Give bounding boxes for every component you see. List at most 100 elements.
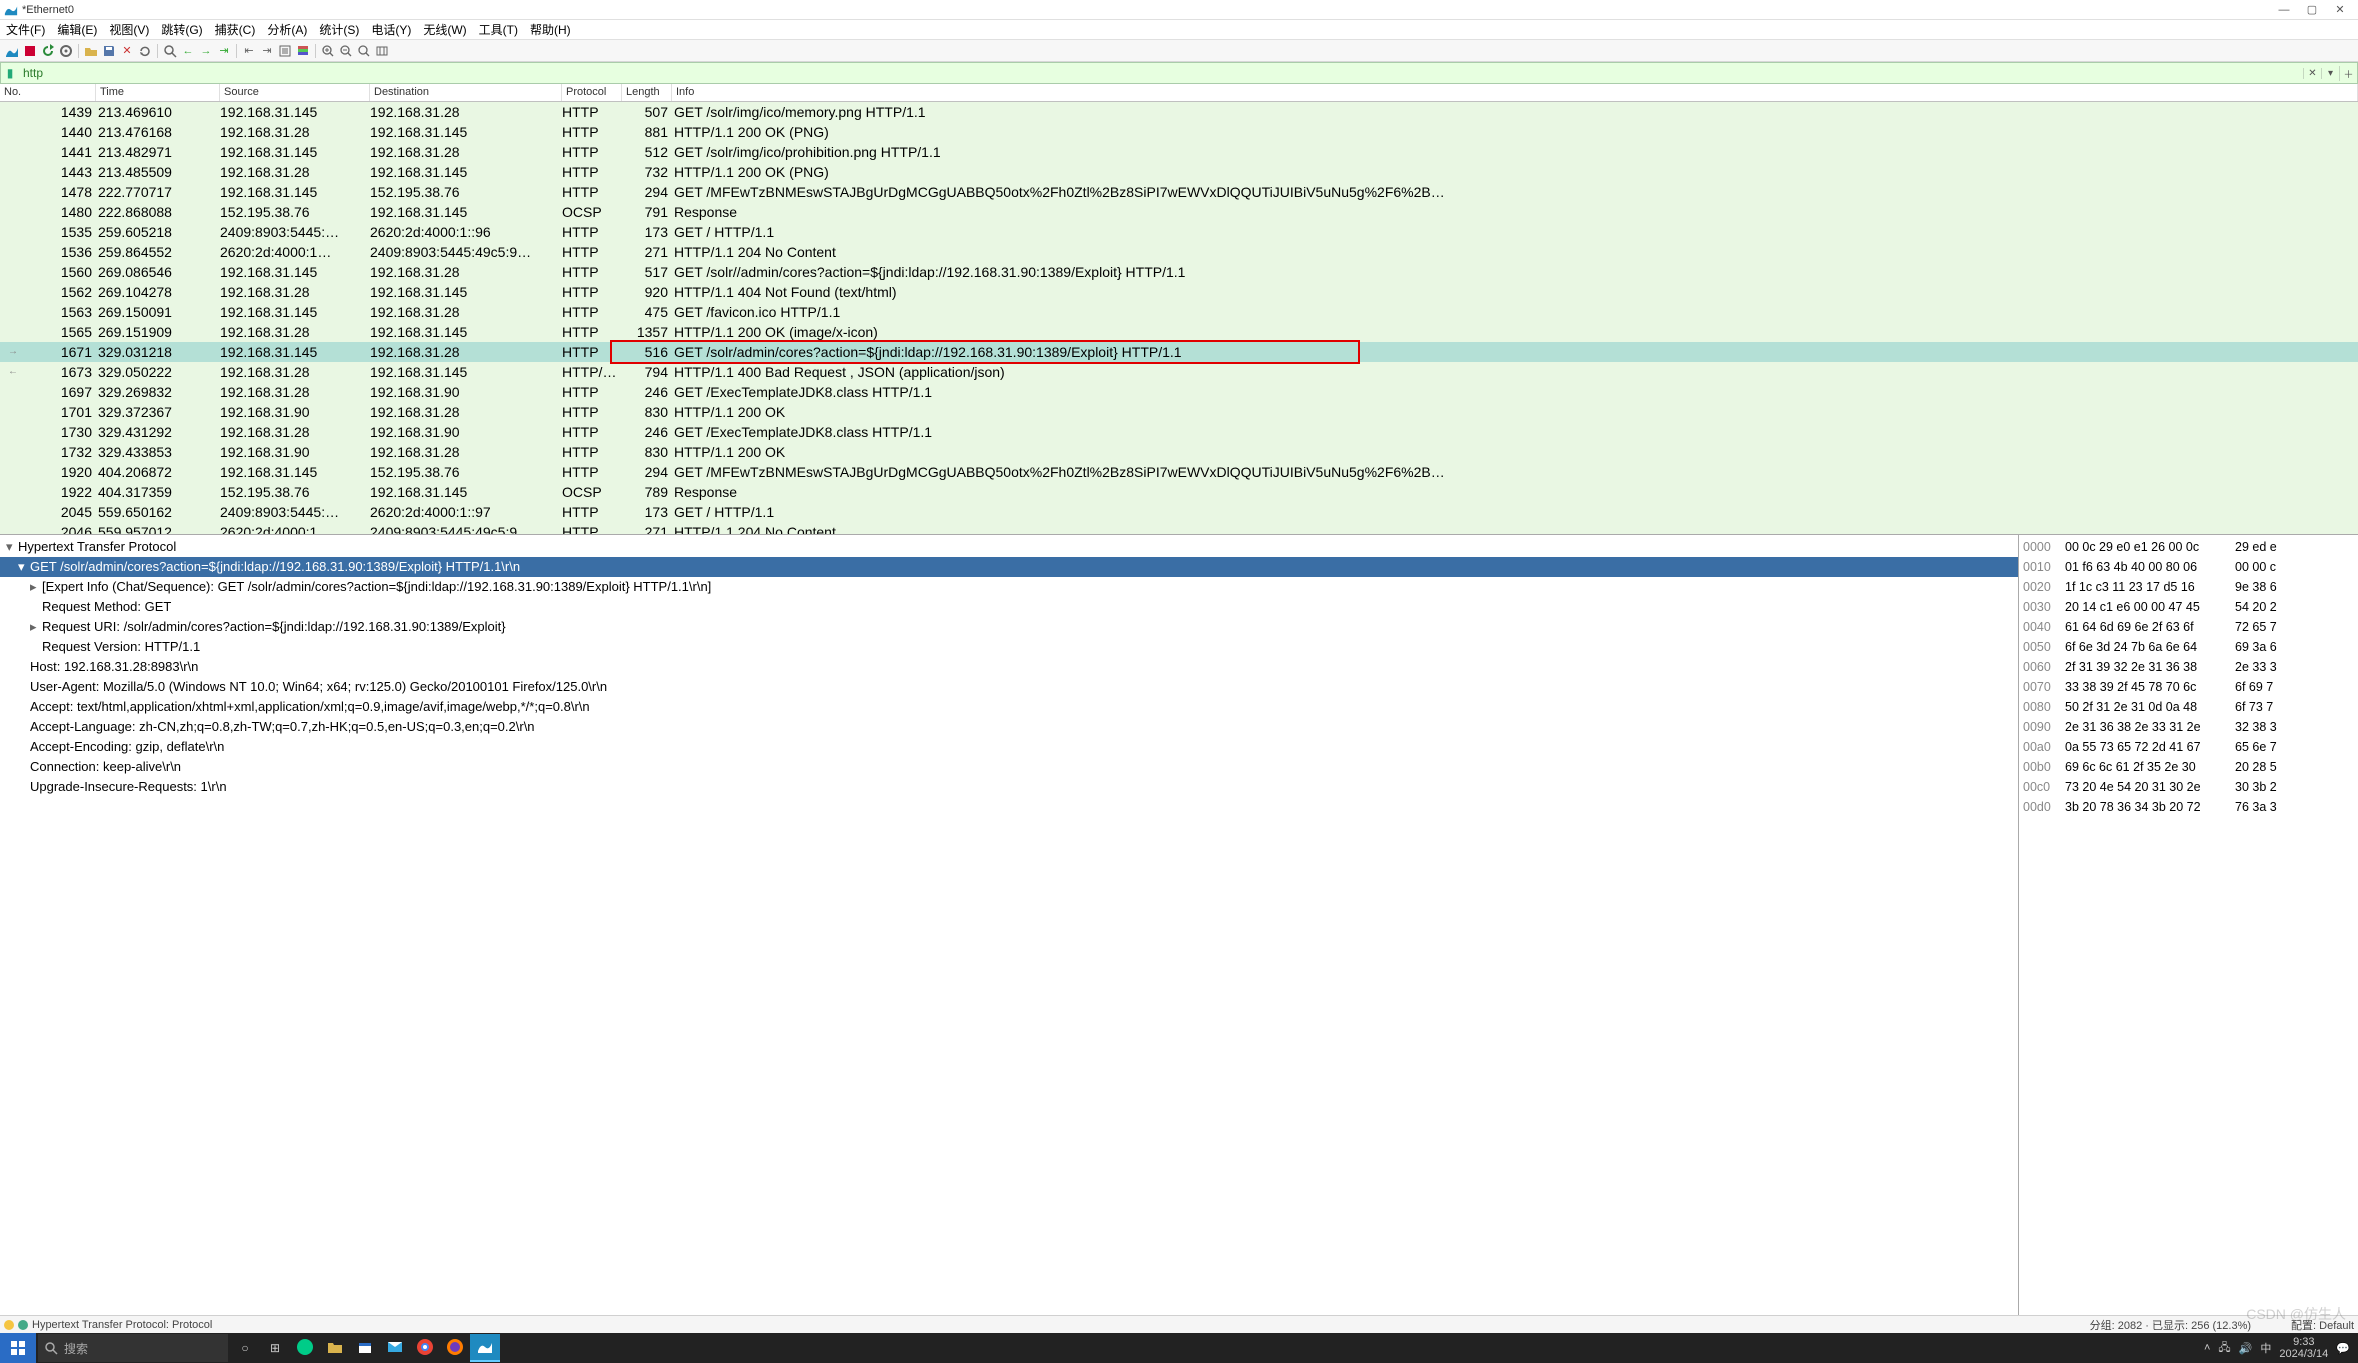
taskbar-search[interactable]: 搜索 xyxy=(38,1334,228,1362)
packet-row[interactable]: 1440213.476168192.168.31.28192.168.31.14… xyxy=(0,122,2358,142)
packet-list[interactable]: 1439213.469610192.168.31.145192.168.31.2… xyxy=(0,102,2358,534)
go-first-button[interactable]: ⇤ xyxy=(241,43,257,59)
details-pane[interactable]: ▾Hypertext Transfer Protocol ▾GET /solr/… xyxy=(0,535,2018,1315)
accept-header[interactable]: Accept: text/html,application/xhtml+xml,… xyxy=(30,699,590,714)
filter-clear-button[interactable]: ✕ xyxy=(2303,68,2321,79)
colorize-button[interactable] xyxy=(295,43,311,59)
chrome-icon[interactable] xyxy=(410,1338,440,1359)
packet-row[interactable]: 1536259.8645522620:2d:4000:1…2409:8903:5… xyxy=(0,242,2358,262)
wireshark-taskbar-icon[interactable] xyxy=(470,1334,500,1362)
display-filter-input[interactable] xyxy=(19,65,2303,81)
request-uri[interactable]: Request URI: /solr/admin/cores?action=${… xyxy=(42,619,506,634)
accept-encoding[interactable]: Accept-Encoding: gzip, deflate\r\n xyxy=(30,739,224,754)
tray-chevron-icon[interactable]: ˄ xyxy=(2204,1342,2210,1354)
packet-row[interactable]: 1730329.431292192.168.31.28192.168.31.90… xyxy=(0,422,2358,442)
save-file-button[interactable] xyxy=(101,43,117,59)
hex-row[interactable]: 00b069 6c 6c 61 2f 35 2e 3020 28 5 xyxy=(2023,757,2354,777)
packet-row[interactable]: 1480222.868088152.195.38.76192.168.31.14… xyxy=(0,202,2358,222)
col-src[interactable]: Source xyxy=(220,84,370,101)
zoom-out-button[interactable] xyxy=(338,43,354,59)
close-button[interactable]: ✕ xyxy=(2326,3,2354,16)
packet-row[interactable]: 1441213.482971192.168.31.145192.168.31.2… xyxy=(0,142,2358,162)
filter-add-button[interactable]: ＋ xyxy=(2339,66,2357,81)
go-back-button[interactable]: ← xyxy=(180,43,196,59)
firefox-icon[interactable] xyxy=(440,1338,470,1359)
menu-item[interactable]: 跳转(G) xyxy=(155,21,208,38)
go-last-button[interactable]: ⇥ xyxy=(259,43,275,59)
upgrade-insecure[interactable]: Upgrade-Insecure-Requests: 1\r\n xyxy=(30,779,227,794)
hex-row[interactable]: 00902e 31 36 38 2e 33 31 2e32 38 3 xyxy=(2023,717,2354,737)
request-line[interactable]: GET /solr/admin/cores?action=${jndi:ldap… xyxy=(30,559,520,574)
packet-row[interactable]: 2045559.6501622409:8903:5445:…2620:2d:40… xyxy=(0,502,2358,522)
menu-item[interactable]: 无线(W) xyxy=(417,21,472,38)
packet-row[interactable]: →1671329.031218192.168.31.145192.168.31.… xyxy=(0,342,2358,362)
jump-to-button[interactable]: ⇥ xyxy=(216,43,232,59)
packet-row[interactable]: 1920404.206872192.168.31.145152.195.38.7… xyxy=(0,462,2358,482)
capture-options-button[interactable] xyxy=(58,43,74,59)
zoom-reset-button[interactable] xyxy=(356,43,372,59)
col-len[interactable]: Length xyxy=(622,84,672,101)
menu-item[interactable]: 帮助(H) xyxy=(524,21,577,38)
packet-row[interactable]: 1560269.086546192.168.31.145192.168.31.2… xyxy=(0,262,2358,282)
maximize-button[interactable]: ▢ xyxy=(2298,3,2326,16)
packet-row[interactable]: 2046559.9570122620:2d:4000:1…2409:8903:5… xyxy=(0,522,2358,534)
packet-row[interactable]: 1439213.469610192.168.31.145192.168.31.2… xyxy=(0,102,2358,122)
mail-icon[interactable] xyxy=(380,1338,410,1359)
hex-row[interactable]: 003020 14 c1 e6 00 00 47 4554 20 2 xyxy=(2023,597,2354,617)
packet-row[interactable]: 1535259.6052182409:8903:5445:…2620:2d:40… xyxy=(0,222,2358,242)
menu-item[interactable]: 编辑(E) xyxy=(51,21,103,38)
bookmark-icon[interactable]: ▮ xyxy=(1,66,19,80)
request-version[interactable]: Request Version: HTTP/1.1 xyxy=(42,639,200,654)
zoom-in-button[interactable] xyxy=(320,43,336,59)
packet-row[interactable]: 1562269.104278192.168.31.28192.168.31.14… xyxy=(0,282,2358,302)
hex-row[interactable]: 00506f 6e 3d 24 7b 6a 6e 6469 3a 6 xyxy=(2023,637,2354,657)
packet-row[interactable]: 1701329.372367192.168.31.90192.168.31.28… xyxy=(0,402,2358,422)
close-file-button[interactable]: ✕ xyxy=(119,43,135,59)
tray-network-icon[interactable]: 🖧 xyxy=(2218,1339,2230,1358)
packet-row[interactable]: 1565269.151909192.168.31.28192.168.31.14… xyxy=(0,322,2358,342)
hex-row[interactable]: 004061 64 6d 69 6e 2f 63 6f72 65 7 xyxy=(2023,617,2354,637)
tray-date[interactable]: 2024/3/14 xyxy=(2279,1348,2328,1360)
packet-row[interactable]: 1563269.150091192.168.31.145192.168.31.2… xyxy=(0,302,2358,322)
store-icon[interactable] xyxy=(350,1338,380,1359)
col-info[interactable]: Info xyxy=(672,84,2358,101)
user-agent[interactable]: User-Agent: Mozilla/5.0 (Windows NT 10.0… xyxy=(30,679,607,694)
menu-item[interactable]: 电话(Y) xyxy=(365,21,417,38)
hex-row[interactable]: 008050 2f 31 2e 31 0d 0a 486f 73 7 xyxy=(2023,697,2354,717)
packet-row[interactable]: 1922404.317359152.195.38.76192.168.31.14… xyxy=(0,482,2358,502)
restart-capture-button[interactable] xyxy=(40,43,56,59)
menu-item[interactable]: 文件(F) xyxy=(0,21,51,38)
col-time[interactable]: Time xyxy=(96,84,220,101)
request-method[interactable]: Request Method: GET xyxy=(42,599,171,614)
hex-row[interactable]: 00c073 20 4e 54 20 31 30 2e30 3b 2 xyxy=(2023,777,2354,797)
hex-row[interactable]: 00201f 1c c3 11 23 17 d5 169e 38 6 xyxy=(2023,577,2354,597)
menu-item[interactable]: 捕获(C) xyxy=(209,21,262,38)
open-file-button[interactable] xyxy=(83,43,99,59)
packet-row[interactable]: 1443213.485509192.168.31.28192.168.31.14… xyxy=(0,162,2358,182)
tray-volume-icon[interactable]: 🔊 xyxy=(2239,1342,2253,1355)
accept-language[interactable]: Accept-Language: zh-CN,zh;q=0.8,zh-TW;q=… xyxy=(30,719,535,734)
col-dst[interactable]: Destination xyxy=(370,84,562,101)
cortana-icon[interactable]: ○ xyxy=(230,1341,260,1355)
packet-row[interactable]: 1478222.770717192.168.31.145152.195.38.7… xyxy=(0,182,2358,202)
hex-row[interactable]: 00a00a 55 73 65 72 2d 41 6765 6e 7 xyxy=(2023,737,2354,757)
menu-item[interactable]: 统计(S) xyxy=(313,21,365,38)
menu-item[interactable]: 视图(V) xyxy=(103,21,155,38)
proto-root[interactable]: Hypertext Transfer Protocol xyxy=(18,539,176,554)
tray-notifications-icon[interactable]: 💬 xyxy=(2336,1342,2350,1355)
start-button[interactable] xyxy=(0,1333,36,1363)
col-proto[interactable]: Protocol xyxy=(562,84,622,101)
hex-row[interactable]: 00d03b 20 78 36 34 3b 20 7276 3a 3 xyxy=(2023,797,2354,817)
tray-time[interactable]: 9:33 xyxy=(2279,1336,2328,1348)
reload-button[interactable] xyxy=(137,43,153,59)
connection-header[interactable]: Connection: keep-alive\r\n xyxy=(30,759,181,774)
packet-row[interactable]: 1697329.269832192.168.31.28192.168.31.90… xyxy=(0,382,2358,402)
hex-row[interactable]: 007033 38 39 2f 45 78 70 6c6f 69 7 xyxy=(2023,677,2354,697)
col-no[interactable]: No. xyxy=(0,84,96,101)
resize-columns-button[interactable] xyxy=(374,43,390,59)
go-forward-button[interactable]: → xyxy=(198,43,214,59)
explorer-icon[interactable] xyxy=(320,1338,350,1359)
packet-row[interactable]: 1732329.433853192.168.31.90192.168.31.28… xyxy=(0,442,2358,462)
hex-row[interactable]: 001001 f6 63 4b 40 00 80 0600 00 c xyxy=(2023,557,2354,577)
stop-capture-button[interactable] xyxy=(22,43,38,59)
